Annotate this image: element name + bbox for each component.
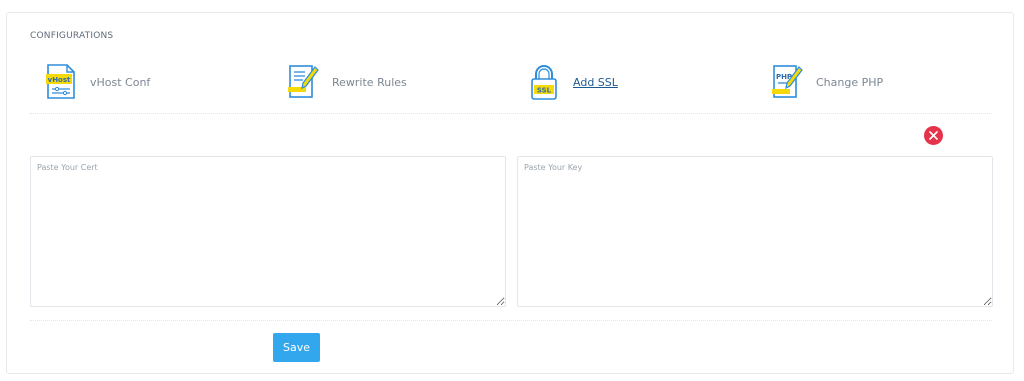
save-button[interactable]: Save [273, 333, 320, 362]
vhost-icon-text: vHost [48, 76, 71, 84]
config-label: vHost Conf [90, 75, 151, 89]
config-rewrite-rules[interactable]: Rewrite Rules [287, 63, 407, 101]
divider [30, 113, 992, 114]
config-add-ssl[interactable]: SSL Add SSL [528, 63, 618, 101]
key-textarea[interactable] [517, 156, 993, 307]
configurations-panel: CONFIGURATIONS vHost vHost Conf Rewrite … [6, 12, 1014, 374]
divider [30, 320, 992, 321]
cert-textarea[interactable] [30, 156, 506, 307]
ssl-icon-text: SSL [537, 87, 552, 95]
section-title: CONFIGURATIONS [30, 31, 114, 41]
ssl-lock-icon: SSL [531, 65, 557, 100]
config-label: Change PHP [816, 75, 884, 89]
vhost-file-icon: vHost [46, 64, 75, 99]
close-ssl-button[interactable] [924, 126, 943, 145]
php-file-icon: PHP [772, 65, 803, 98]
config-label: Rewrite Rules [332, 75, 407, 89]
rewrite-file-icon [288, 65, 319, 98]
config-vhost-conf[interactable]: vHost vHost Conf [45, 63, 150, 101]
config-label: Add SSL [573, 75, 618, 89]
config-change-php[interactable]: PHP Change PHP [771, 63, 883, 101]
close-icon [929, 131, 938, 140]
